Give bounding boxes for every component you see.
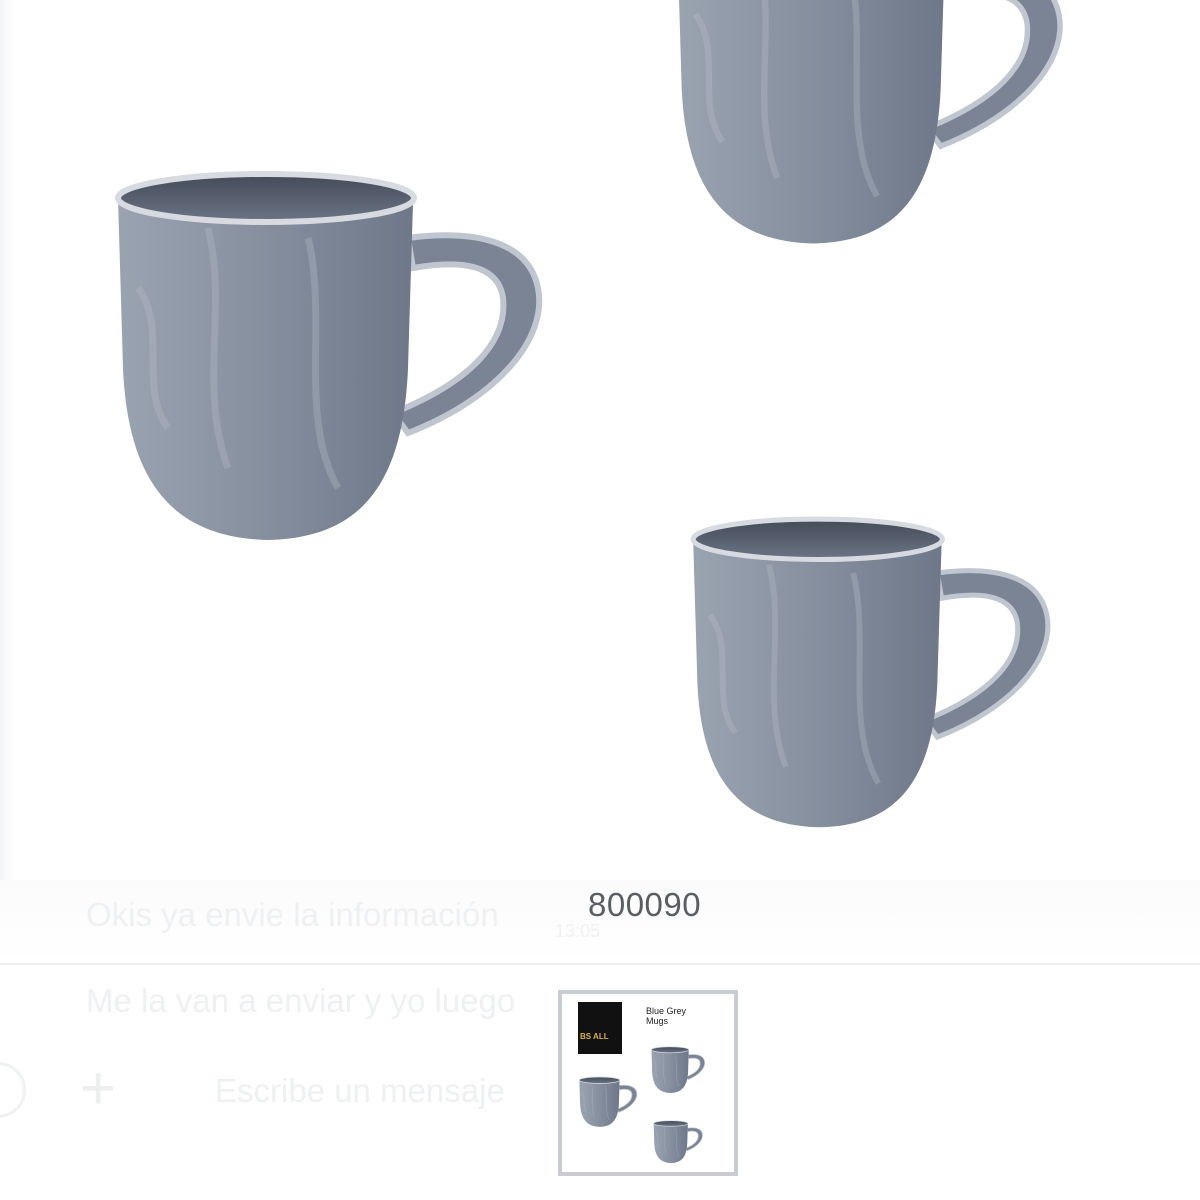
mugs-photo — [0, 0, 1200, 880]
emoji-icon[interactable] — [0, 1062, 26, 1118]
background-message-time: 13:05 — [555, 921, 601, 941]
background-message: Me la van a enviar y yo luego — [86, 982, 516, 1019]
brand-logo: BS ALL — [578, 1002, 622, 1054]
mug-thumbnail-icon — [652, 1120, 704, 1164]
plus-icon[interactable]: + — [80, 1058, 116, 1120]
mug-thumbnail-icon — [650, 1046, 706, 1094]
background-message: Okis ya envie la información — [86, 896, 499, 933]
image-thumbnail[interactable]: BS ALL Blue Grey Mugs — [558, 990, 738, 1176]
thumbnail-title: Blue Grey Mugs — [646, 1006, 687, 1026]
mug-thumbnail-icon — [578, 1076, 638, 1128]
image-preview — [0, 0, 1200, 880]
preview-caption: 800090 — [588, 886, 702, 923]
brand-logo-text: BS ALL — [580, 1032, 609, 1041]
message-input[interactable]: Escribe un mensaje — [215, 1072, 505, 1110]
divider — [0, 963, 1200, 965]
